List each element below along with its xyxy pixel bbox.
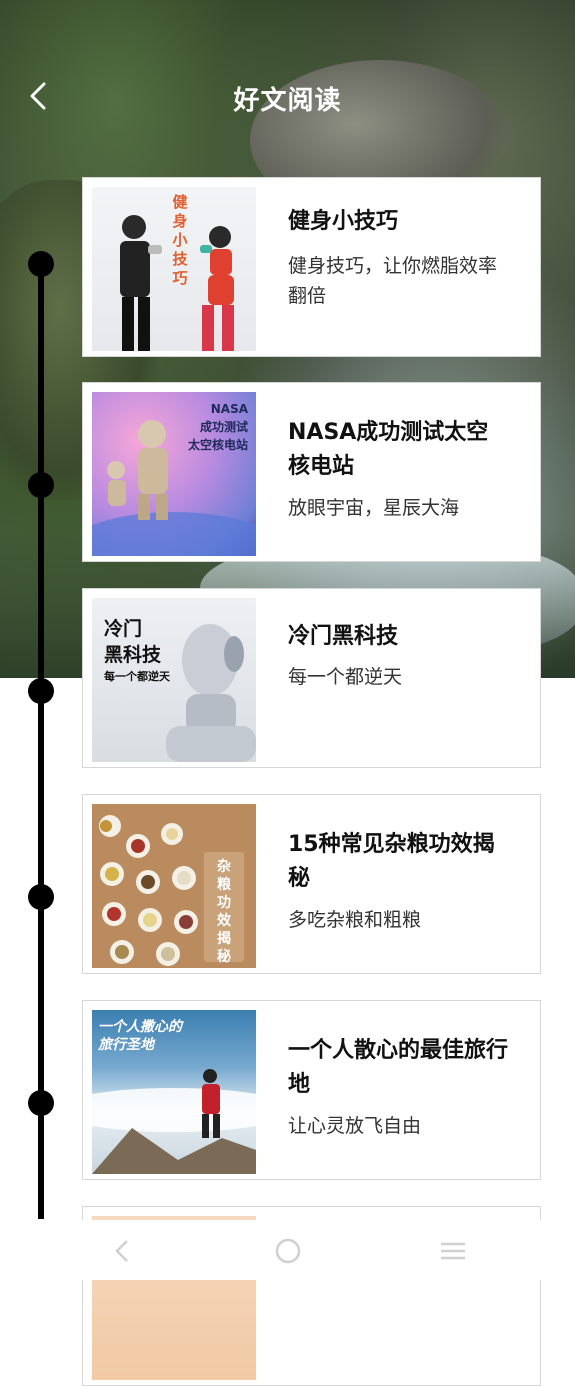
article-card-tech[interactable]: 冷门 黑科技 每一个都逆天 冷门黑科技 每一个都逆天: [82, 588, 541, 768]
thumb-label: 旅行圣地: [98, 1037, 154, 1053]
article-subtitle: 健身技巧，让你燃脂效率翻倍: [288, 255, 498, 307]
thumb-label: 一个人撒心的: [98, 1019, 182, 1035]
thumb-char: 功: [217, 895, 231, 911]
timeline-dot: [28, 884, 54, 910]
article-subtitle: 多吃杂粮和粗粮: [288, 909, 422, 931]
thumb-label: 每一个都逆天: [104, 670, 170, 683]
article-title: 冷门黑科技: [288, 624, 399, 649]
top-bar: 好文阅读: [0, 60, 575, 134]
article-card-fitness[interactable]: 健 身 小 技 巧 健身小技巧 健身技巧，让你燃脂效率翻倍: [82, 177, 541, 357]
timeline-dot: [28, 678, 54, 704]
thumb-char: 效: [217, 913, 231, 929]
system-nav-bar: [0, 1220, 575, 1280]
article-card-grains[interactable]: 杂 粮 功 效 揭 秘 15种常见杂粮功效揭秘 多吃杂粮和粗粮: [82, 794, 541, 974]
thumb-char: 杂: [217, 859, 231, 875]
thumb-char: 揭: [217, 931, 231, 947]
article-thumbnail: 一个人撒心的 旅行圣地: [92, 1010, 256, 1174]
nav-menu-icon[interactable]: [438, 1236, 468, 1266]
thumb-label: 黑科技: [104, 644, 162, 666]
thumb-char: 粮: [217, 877, 231, 893]
article-title: NASA成功测试太空核电站: [288, 420, 489, 479]
thumb-char: 小: [172, 231, 188, 249]
article-card-travel[interactable]: 一个人撒心的 旅行圣地 一个人散心的最佳旅行地 让心灵放飞自由: [82, 1000, 541, 1180]
page-title: 好文阅读: [233, 86, 342, 116]
thumb-char: 健: [172, 193, 188, 211]
article-title: 一个人散心的最佳旅行地: [288, 1038, 509, 1097]
thumb-label: 成功测试: [199, 420, 248, 434]
article-subtitle: 放眼宇宙，星辰大海: [288, 497, 460, 519]
article-title: 15种常见杂粮功效揭秘: [288, 832, 495, 891]
article-thumbnail: 冷门 黑科技 每一个都逆天: [92, 598, 256, 762]
article-thumbnail: NASA 成功测试 太空核电站: [92, 392, 256, 556]
timeline-dot: [28, 472, 54, 498]
article-title: 健身小技巧: [288, 209, 399, 234]
thumb-label: NASA: [210, 402, 248, 416]
article-thumbnail: 杂 粮 功 效 揭 秘: [92, 804, 256, 968]
thumb-char: 秘: [217, 949, 231, 965]
article-thumbnail: 健 身 小 技 巧: [92, 187, 256, 351]
thumb-char: 技: [172, 250, 188, 268]
article-card-nasa[interactable]: NASA 成功测试 太空核电站 NASA成功测试太空核电站 放眼宇宙，星辰大海: [82, 382, 541, 562]
article-subtitle: 每一个都逆天: [288, 666, 403, 688]
nav-back-icon[interactable]: [108, 1236, 138, 1266]
thumb-char: 巧: [172, 269, 188, 287]
timeline-line: [38, 264, 44, 1219]
article-subtitle: 让心灵放飞自由: [288, 1115, 422, 1137]
thumb-char: 身: [172, 212, 188, 230]
nav-home-icon[interactable]: [273, 1236, 303, 1266]
thumb-label: 太空核电站: [187, 438, 248, 452]
timeline-dot: [28, 1090, 54, 1116]
timeline-dot: [28, 251, 54, 277]
thumb-label: 冷门: [104, 618, 143, 640]
